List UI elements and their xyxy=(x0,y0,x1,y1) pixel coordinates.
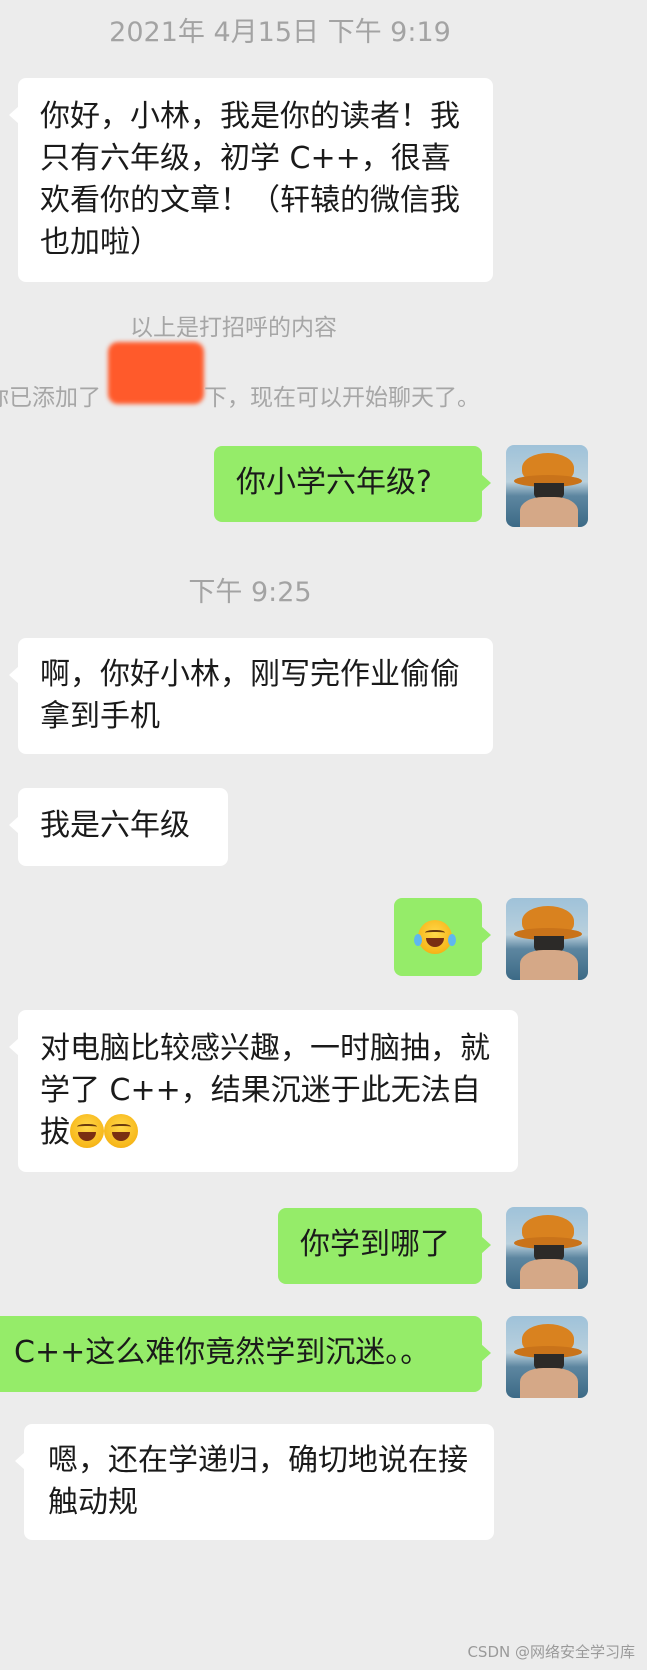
message-bubble-incoming[interactable]: 啊，你好小林，刚写完作业偷偷拿到手机 xyxy=(9,638,493,754)
timestamp: 2021年 4月15日 下午 9:19 xyxy=(109,17,451,48)
my-avatar[interactable] xyxy=(506,445,588,527)
message-bubble-outgoing[interactable]: C++这么难你竟然学到沉迷。。 xyxy=(0,1316,491,1392)
message-bubble-incoming[interactable]: 嗯，还在学递归，确切地说在接触动规 xyxy=(15,1424,494,1540)
message-bubble-incoming[interactable]: 你好，小林，我是你的读者！我只有六年级，初学 C++，很喜欢看你的文章！（轩辕的… xyxy=(9,78,493,282)
message-bubble-outgoing[interactable]: 你学到哪了 xyxy=(278,1208,491,1284)
facepalm-emoji-icon xyxy=(104,1114,138,1148)
message-bubble-outgoing[interactable]: 你小学六年级? xyxy=(214,446,491,522)
my-avatar[interactable] xyxy=(506,898,588,980)
timestamp: 下午 9:25 xyxy=(188,577,312,608)
message-bubble-outgoing[interactable] xyxy=(394,898,491,976)
my-avatar[interactable] xyxy=(506,1316,588,1398)
system-notice-added-prefix: 你已添加了 xyxy=(0,385,101,411)
message-bubble-incoming[interactable]: 对电脑比较感兴趣，一时脑抽，就学了 C++，结果沉迷于此无法自拔 xyxy=(9,1010,518,1172)
system-notice-greeting: 以上是打招呼的内容 xyxy=(130,315,337,341)
my-avatar[interactable] xyxy=(506,1207,588,1289)
redacted-name xyxy=(108,342,204,404)
joy-emoji-icon xyxy=(414,920,456,954)
watermark: CSDN @网络安全学习库 xyxy=(467,1643,635,1661)
message-bubble-incoming[interactable]: 我是六年级 xyxy=(9,788,228,866)
system-notice-added-suffix: 下，现在可以开始聊天了。 xyxy=(204,385,480,411)
facepalm-emoji-icon xyxy=(70,1114,104,1148)
